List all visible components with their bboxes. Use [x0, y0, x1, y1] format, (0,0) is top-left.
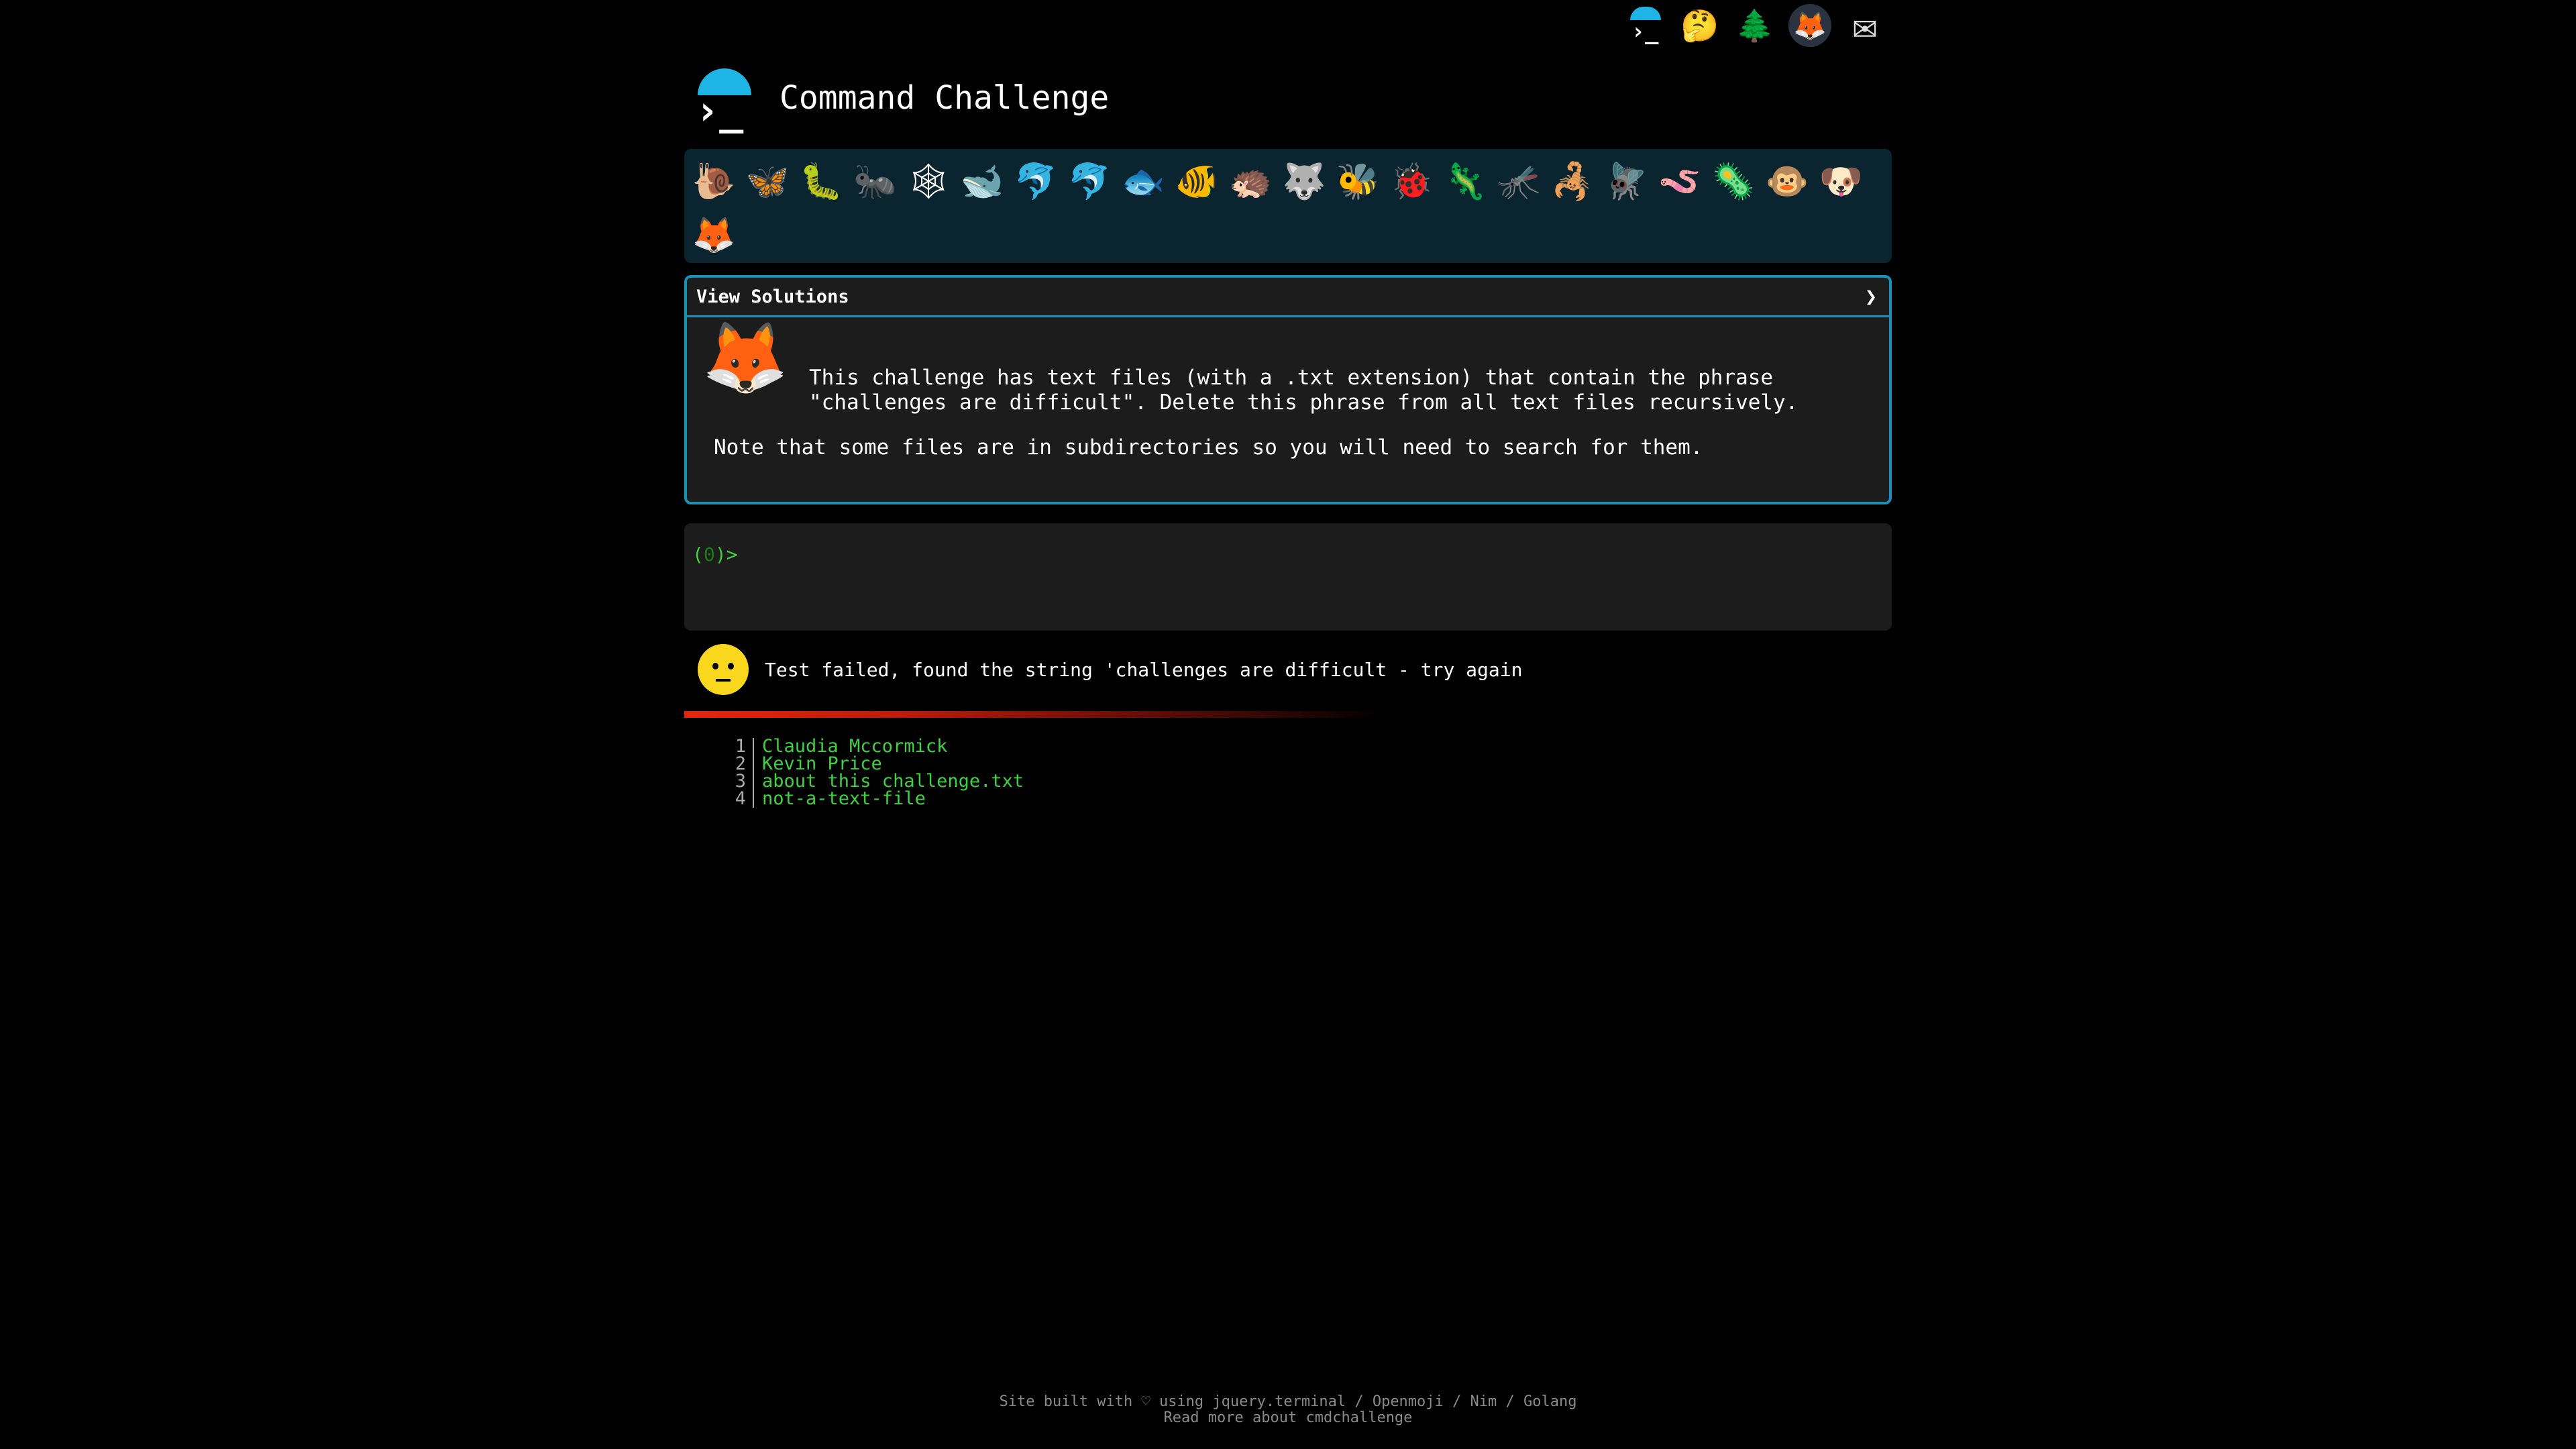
challenge-emoji-icon[interactable]: 🦠 — [1707, 154, 1760, 208]
tree-icon[interactable]: 🌲 — [1733, 4, 1776, 47]
sad-face-eye-right — [728, 663, 734, 669]
logo-prompt: ›_ — [695, 87, 744, 134]
view-solutions-toggle[interactable]: View Solutions ❯ — [687, 278, 1889, 317]
thinking-face-icon[interactable]: 🤔 — [1678, 4, 1721, 47]
challenge-emoji-icon[interactable]: 🐠 — [1170, 154, 1224, 208]
page-title: Command Challenge — [780, 79, 1110, 117]
description-note: Note that some files are in subdirectori… — [714, 435, 1703, 460]
terminal[interactable]: (0)> — [684, 523, 1892, 631]
challenge-emoji-icon[interactable]: 🦂 — [1546, 154, 1599, 208]
result-message: Test failed, found the string 'challenge… — [698, 644, 1522, 695]
top-icon-bar: ›_ 🤔 🌲 🦊 ✉ — [1623, 2, 1886, 49]
cmdchallenge-icon[interactable]: ›_ — [1623, 4, 1666, 47]
file-name: not-a-text-file — [762, 788, 926, 809]
page: ›_ 🤔 🌲 🦊 ✉ ›_ Command Challenge 🐌 🦋 🐛 🐜 🕸 🐋 🐬 🐬… — [0, 0, 2576, 1449]
description-line-1: This challenge has text files (with a .t… — [809, 366, 1774, 390]
site-logo-icon[interactable]: ›_ — [684, 64, 751, 134]
logo-arc-icon — [1630, 7, 1661, 20]
gitlab-glyph: 🦊 — [1793, 10, 1827, 42]
challenge-selector: 🐌 🦋 🐛 🐜 🕸 🐋 🐬 🐬 🐟 🐠 🦔 🐺 🐝 🐞 🦎 🦟 🦂 🪰 🪱 🦠 🐵 🐶 🦊 — [684, 149, 1892, 263]
challenge-emoji-icon[interactable]: 🦎 — [1438, 154, 1492, 208]
thinking-face-glyph: 🤔 — [1680, 7, 1719, 44]
file-list: 1 Claudia Mccormick 2 Kevin Price 3 about thi… — [731, 737, 1024, 808]
sad-face-icon — [698, 644, 749, 695]
result-text: Test failed, found the string 'challenge… — [765, 658, 1523, 681]
view-solutions-label: View Solutions — [696, 286, 849, 307]
sad-face-eye-left — [712, 663, 718, 669]
challenge-emoji-icon[interactable]: 🦟 — [1492, 154, 1546, 208]
challenge-emoji-icon[interactable]: 🕸 — [902, 154, 955, 208]
challenge-emoji-icon[interactable]: 🐌 — [687, 154, 741, 208]
challenge-description: 🦊 This challenge has text files (with a … — [687, 317, 1889, 466]
challenge-emoji-icon[interactable]: 🐺 — [1277, 154, 1331, 208]
challenge-emoji-icon[interactable]: 🐜 — [848, 154, 902, 208]
file-list-row: 4 not-a-text-file — [731, 790, 1024, 808]
challenge-emoji-icon[interactable]: 🐵 — [1760, 154, 1814, 208]
prompt-count: 0 — [703, 543, 715, 566]
gitlab-icon[interactable]: 🦊 — [1788, 4, 1831, 47]
challenge-emoji-icon[interactable]: 🐞 — [1385, 154, 1438, 208]
footer-read-more-link[interactable]: Read more about cmdchallenge — [0, 1410, 2576, 1426]
sad-face-mouth — [716, 679, 731, 682]
description-line-2: "challenges are difficult". Delete this … — [809, 390, 1799, 415]
file-line-number: 4 — [731, 790, 754, 808]
mail-icon[interactable]: ✉ — [1843, 2, 1886, 49]
prompt-open: ( — [692, 543, 704, 566]
challenge-panel: View Solutions ❯ 🦊 This challenge has te… — [684, 275, 1892, 504]
challenge-emoji-icon[interactable]: 🐶 — [1814, 154, 1868, 208]
challenge-emoji-icon[interactable]: 🐋 — [955, 154, 1009, 208]
prompt-close: )> — [714, 543, 738, 566]
progress-fill — [684, 711, 1385, 718]
challenge-emoji-icon[interactable]: 🐬 — [1063, 154, 1116, 208]
tree-glyph: 🌲 — [1735, 7, 1774, 44]
footer-credits: Site built with ♡ using jquery.terminal … — [999, 1393, 1577, 1410]
challenge-emoji-icon[interactable]: 🐛 — [794, 154, 848, 208]
description-text: This challenge has text files (with a .t… — [809, 366, 1873, 415]
challenge-emoji-icon[interactable]: 🐟 — [1116, 154, 1170, 208]
challenge-emoji-icon[interactable]: 🦔 — [1224, 154, 1277, 208]
footer: Site built with ♡ using jquery.terminal … — [0, 1394, 2576, 1426]
challenge-emoji-icon[interactable]: 🐝 — [1331, 154, 1385, 208]
mail-glyph: ✉ — [1852, 2, 1878, 49]
progress-bar — [684, 711, 1892, 718]
challenge-emoji-icon[interactable]: 🦊 — [687, 208, 741, 262]
cmdchallenge-glyph: ›_ — [1631, 18, 1659, 45]
challenge-emoji-icon[interactable]: 🪰 — [1599, 154, 1653, 208]
challenge-emoji-icon[interactable]: 🦋 — [741, 154, 794, 208]
chevron-right-icon: ❯ — [1864, 284, 1877, 309]
challenge-emoji-icon[interactable]: 🪱 — [1653, 154, 1707, 208]
site-header: ›_ Command Challenge — [684, 64, 1110, 134]
fox-icon: 🦊 — [702, 317, 789, 398]
challenge-emoji-icon[interactable]: 🐬 — [1009, 154, 1063, 208]
